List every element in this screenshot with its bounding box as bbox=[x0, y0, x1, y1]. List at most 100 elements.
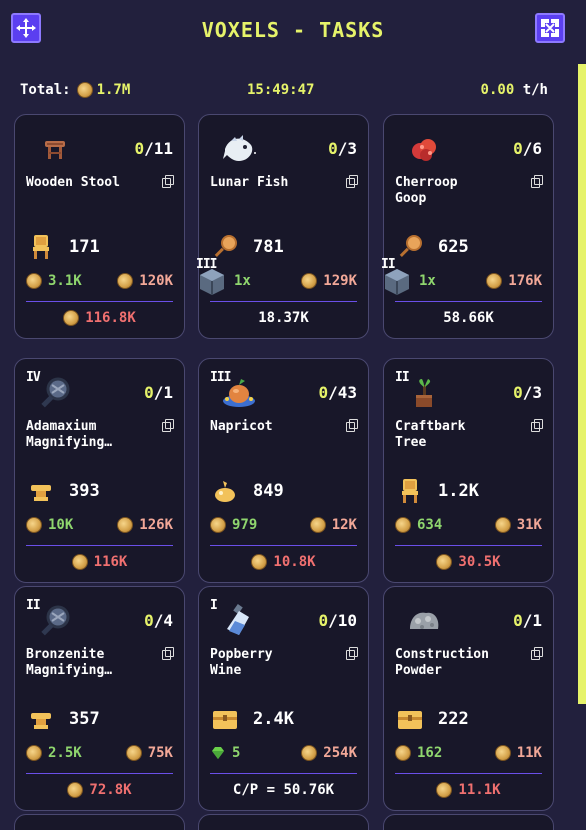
copy-icon[interactable] bbox=[346, 175, 358, 188]
chair-icon bbox=[27, 233, 55, 261]
task-card[interactable]: II 0/4 Bronzenite Magnifying… 357 2.5K 75K 72.… bbox=[14, 586, 185, 811]
task-card[interactable]: II 0/3 Craftbark Tree 1.2K 634 31K 30.5K bbox=[383, 358, 554, 583]
copy-icon[interactable] bbox=[346, 647, 358, 660]
total: Total: 1.7M bbox=[20, 82, 130, 98]
divider bbox=[395, 773, 542, 774]
coin-icon bbox=[117, 273, 134, 289]
reward-left-value: 979 bbox=[232, 517, 258, 533]
reward-right: 11K bbox=[494, 745, 542, 761]
task-progress: 0/4 bbox=[144, 611, 173, 630]
coin-icon bbox=[436, 782, 453, 798]
requirement-value: 222 bbox=[438, 709, 469, 729]
copy-icon[interactable] bbox=[346, 419, 358, 432]
item-name: Wooden Stool bbox=[26, 175, 120, 190]
divider bbox=[395, 301, 542, 302]
coin-icon bbox=[71, 554, 88, 570]
magnifier-icon bbox=[37, 603, 73, 639]
progress-done: 0 bbox=[318, 383, 329, 402]
copy-icon[interactable] bbox=[531, 419, 543, 432]
scrollbar[interactable] bbox=[578, 64, 586, 704]
gem-reward: 5 bbox=[210, 745, 240, 761]
sprout-icon bbox=[211, 477, 239, 505]
task-progress: 0/6 bbox=[513, 139, 542, 158]
coin-icon bbox=[436, 554, 453, 570]
tier-label: IV bbox=[26, 370, 41, 385]
requirement: 625 bbox=[396, 233, 469, 261]
copy-icon[interactable] bbox=[531, 647, 543, 660]
coin-icon bbox=[210, 517, 226, 533]
reward-right-value: 254K bbox=[323, 745, 357, 761]
task-progress: 0/3 bbox=[513, 383, 542, 402]
reward-right-value: 11K bbox=[516, 745, 542, 761]
copy-icon[interactable] bbox=[162, 419, 174, 432]
requirement: 2.4K bbox=[211, 705, 294, 733]
task-card[interactable]: 0/11 Wooden Stool 171 3.1K 120K 116.8K bbox=[14, 114, 185, 339]
reward-left-value: 162 bbox=[417, 745, 443, 761]
reward-right-value: 129K bbox=[323, 273, 357, 289]
task-card[interactable] bbox=[383, 814, 554, 830]
requirement-value: 393 bbox=[69, 481, 100, 501]
divider bbox=[26, 545, 173, 546]
task-progress: 0/11 bbox=[134, 139, 173, 158]
rate-unit: t/h bbox=[522, 82, 548, 98]
reward-right: 126K bbox=[117, 517, 173, 533]
coin-icon bbox=[251, 554, 268, 570]
requirement-value: 849 bbox=[253, 481, 284, 501]
progress-total: /43 bbox=[328, 383, 357, 402]
coin-icon bbox=[26, 273, 42, 289]
progress-total: /6 bbox=[522, 139, 542, 158]
copy-icon[interactable] bbox=[162, 647, 174, 660]
task-card[interactable] bbox=[198, 814, 369, 830]
task-card[interactable]: 0/6 Cherroop Goop 625 II 1x 176K 58.66K bbox=[381, 114, 554, 339]
rewards: 979 12K bbox=[210, 515, 357, 535]
coin-icon bbox=[494, 745, 511, 761]
rate-value: 0.00 bbox=[480, 82, 515, 98]
task-card[interactable]: IV 0/1 Adamaxium Magnifying… 393 10K 126K 116K bbox=[14, 358, 185, 583]
requirement: 222 bbox=[396, 705, 469, 733]
close-button[interactable] bbox=[535, 13, 565, 43]
divider bbox=[210, 773, 357, 774]
close-icon bbox=[541, 19, 559, 37]
divider bbox=[210, 545, 357, 546]
requirement: 357 bbox=[27, 705, 100, 733]
reward-right-value: 31K bbox=[516, 517, 542, 533]
footer-value: 72.8K bbox=[89, 782, 132, 798]
rewards: 634 31K bbox=[395, 515, 542, 535]
item-name: Napricot bbox=[210, 419, 273, 434]
tier-label: III bbox=[210, 370, 232, 385]
rewards: 162 11K bbox=[395, 743, 542, 763]
coin-icon bbox=[395, 517, 411, 533]
reward-left-value: 10K bbox=[48, 517, 74, 533]
footer-value: 11.1K bbox=[458, 782, 501, 798]
progress-total: /1 bbox=[522, 611, 542, 630]
card-footer: 72.8K bbox=[15, 780, 184, 800]
footer-value: 116.8K bbox=[85, 310, 136, 326]
magnifier-icon bbox=[37, 375, 73, 411]
reward-right-value: 12K bbox=[331, 517, 357, 533]
item-name: Bronzenite Magnifying… bbox=[26, 647, 113, 678]
footer-value: C/P = 50.76K bbox=[232, 782, 335, 798]
reward-left: 634 bbox=[395, 517, 442, 533]
task-card[interactable]: III 0/43 Napricot 849 979 12K 10.8K bbox=[198, 358, 369, 583]
task-card[interactable]: I 0/10 Popberry Wine 2.4K 5 254K C/P = 50.76K bbox=[198, 586, 369, 811]
requirement-value: 171 bbox=[69, 237, 100, 257]
task-card[interactable]: 0/1 Construction Powder 222 162 11K 11.1K bbox=[383, 586, 554, 811]
special-count: 1x bbox=[419, 273, 436, 289]
special-reward: II 1x bbox=[381, 257, 436, 295]
progress-done: 0 bbox=[134, 139, 145, 158]
task-card[interactable] bbox=[14, 814, 185, 830]
reward-right: 129K bbox=[301, 273, 357, 289]
chest-icon bbox=[211, 705, 239, 733]
reward-left: 979 bbox=[210, 517, 257, 533]
gem-icon bbox=[212, 747, 224, 759]
reward-right: 31K bbox=[494, 517, 542, 533]
reward-right: 254K bbox=[301, 745, 357, 761]
task-card[interactable]: 0/3 Lunar Fish 781 III 1x 129K 18.37K bbox=[196, 114, 369, 339]
copy-icon[interactable] bbox=[162, 175, 174, 188]
progress-done: 0 bbox=[513, 611, 523, 630]
progress-done: 0 bbox=[144, 611, 154, 630]
copy-icon[interactable] bbox=[531, 175, 543, 188]
requirement: 171 bbox=[27, 233, 100, 261]
reward-right-value: 176K bbox=[508, 273, 542, 289]
clock: 15:49:47 bbox=[247, 82, 315, 98]
